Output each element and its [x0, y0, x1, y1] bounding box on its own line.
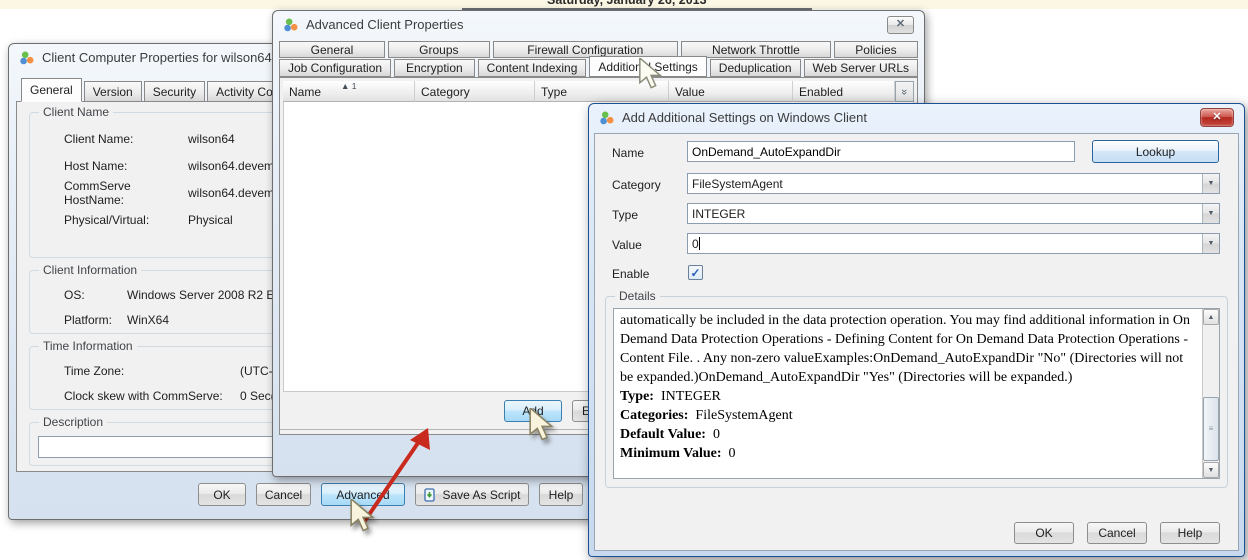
details-textbox[interactable]: automatically be included in the data pr…: [613, 308, 1220, 479]
name-label: Name: [612, 146, 644, 160]
column-header-value[interactable]: Value: [669, 81, 793, 102]
close-icon[interactable]: ✕: [1200, 108, 1234, 127]
tab-web-server-urls[interactable]: Web Server URLs: [804, 59, 918, 77]
details-scrollbar[interactable]: ▲ ≡ ▼: [1202, 309, 1219, 478]
type-label: Type: [612, 208, 638, 222]
details-prop: Minimum Value: 0: [620, 444, 1193, 463]
type-combo[interactable]: INTEGER ▼: [687, 203, 1220, 224]
tab-security[interactable]: Security: [144, 81, 205, 102]
script-icon: [423, 488, 437, 502]
column-chooser-icon[interactable]: »: [895, 81, 914, 102]
column-header-enabled[interactable]: Enabled: [793, 81, 895, 102]
value-combo[interactable]: 0 ▼: [687, 233, 1220, 254]
group-label: Details: [615, 289, 660, 303]
chevron-down-icon[interactable]: ▼: [1202, 174, 1219, 193]
tab-groups[interactable]: Groups: [388, 41, 490, 58]
sort-asc-icon: ▲ 1: [341, 81, 357, 91]
value-label: Value: [612, 238, 642, 252]
tab-deduplication[interactable]: Deduplication: [710, 59, 801, 77]
name-input[interactable]: [687, 141, 1075, 162]
close-icon[interactable]: ✕: [887, 16, 914, 34]
details-prop: Categories: FileSystemAgent: [620, 406, 1193, 425]
scroll-down-icon[interactable]: ▼: [1203, 462, 1219, 478]
enable-label: Enable: [612, 267, 649, 281]
check-icon: ✓: [690, 266, 700, 280]
lookup-button[interactable]: Lookup: [1092, 140, 1219, 163]
advanced-button[interactable]: Advanced: [321, 483, 405, 506]
group-label: Client Name: [39, 105, 113, 119]
tab-encryption[interactable]: Encryption: [394, 59, 475, 77]
details-prop: Type: INTEGER: [620, 387, 1193, 406]
text-caret: [699, 237, 700, 250]
add-settings-body: Name Lookup Category FileSystemAgent ▼ T…: [594, 133, 1239, 551]
category-combo[interactable]: FileSystemAgent ▼: [687, 173, 1220, 194]
tab-job-configuration[interactable]: Job Configuration: [279, 59, 391, 77]
advanced-properties-titlebar[interactable]: Advanced Client Properties ✕: [273, 11, 924, 38]
category-label: Category: [612, 178, 661, 192]
cancel-button[interactable]: Cancel: [1087, 522, 1147, 544]
enable-checkbox[interactable]: ✓: [688, 265, 703, 280]
cancel-button[interactable]: Cancel: [256, 483, 311, 506]
details-group: Details automatically be included in the…: [605, 296, 1228, 488]
app-spheres-icon: [283, 17, 299, 33]
scrollbar-thumb[interactable]: ≡: [1203, 397, 1219, 461]
app-spheres-icon: [599, 110, 615, 126]
window-title: Advanced Client Properties: [306, 17, 880, 32]
save-as-script-button[interactable]: Save As Script: [415, 483, 529, 506]
details-prop: Default Value: 0: [620, 425, 1193, 444]
column-header-category[interactable]: Category: [415, 81, 535, 102]
help-button[interactable]: Help: [539, 483, 583, 506]
app-spheres-icon: [19, 50, 35, 66]
group-label: Time Information: [39, 339, 137, 353]
scroll-up-icon[interactable]: ▲: [1203, 309, 1219, 325]
chevron-down-icon[interactable]: ▼: [1202, 234, 1219, 253]
group-label: Description: [39, 415, 107, 429]
tab-additional-settings[interactable]: Additional Settings: [589, 56, 706, 77]
column-header-type[interactable]: Type: [535, 81, 669, 102]
settings-table-header: Name ▲ 1 Category Type Value Enabled »: [283, 81, 914, 102]
desktop: { "header_strip": { "date_text": "Saturd…: [0, 0, 1248, 560]
taskbar-date: Saturday, January 26, 2013: [547, 0, 707, 7]
tab-version[interactable]: Version: [84, 81, 142, 102]
add-settings-titlebar[interactable]: Add Additional Settings on Windows Clien…: [589, 104, 1244, 131]
ok-button[interactable]: OK: [198, 483, 246, 506]
add-additional-settings-window: Add Additional Settings on Windows Clien…: [588, 103, 1245, 557]
help-button[interactable]: Help: [1160, 522, 1220, 544]
tab-general[interactable]: General: [21, 78, 82, 102]
window-title: Add Additional Settings on Windows Clien…: [622, 110, 1193, 125]
group-label: Client Information: [39, 263, 141, 277]
details-paragraph: automatically be included in the data pr…: [620, 313, 1190, 385]
add-button[interactable]: Add: [504, 400, 562, 422]
tab-general-adv[interactable]: General: [279, 41, 385, 58]
column-header-name[interactable]: Name ▲ 1: [283, 81, 415, 102]
tab-policies[interactable]: Policies: [834, 41, 918, 58]
ok-button[interactable]: OK: [1014, 522, 1074, 544]
chevron-down-icon[interactable]: ▼: [1202, 204, 1219, 223]
tab-content-indexing[interactable]: Content Indexing: [478, 59, 587, 77]
